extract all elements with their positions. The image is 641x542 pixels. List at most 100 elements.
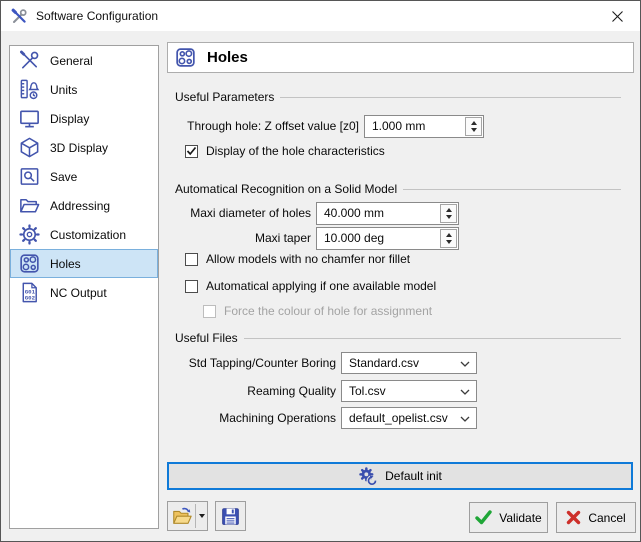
chevron-down-icon [460,416,470,422]
maxi-taper-spinbox[interactable]: 10.000 deg [316,227,459,250]
sidebar-item-label: Display [50,112,89,126]
spinner-buttons[interactable] [465,117,482,136]
spin-down-icon[interactable] [446,215,452,219]
check-icon [475,510,492,525]
checkmark-icon [186,146,197,156]
validate-button[interactable]: Validate [469,502,548,533]
checkbox-label: Display of the hole characteristics [206,144,385,158]
close-button[interactable] [595,1,640,31]
sidebar-item-label: General [50,54,93,68]
group-title: Useful Files [175,331,244,345]
checkbox-checked[interactable] [185,145,198,158]
sidebar-item-label: NC Output [50,286,107,300]
spin-down-icon[interactable] [471,128,477,132]
maxi-taper-label: Maxi taper [177,227,311,250]
save-config-button[interactable] [215,501,246,531]
group-useful-files: Useful Files [175,330,621,345]
chevron-down-icon [460,361,470,367]
group-divider [244,338,621,339]
machining-operations-label: Machining Operations [177,407,336,430]
svg-text:G02: G02 [24,295,35,302]
dropdown-arrow-icon [199,514,205,518]
units-icon [16,77,42,102]
checkbox-label: Allow models with no chamfer nor fillet [206,252,410,266]
validate-label: Validate [499,511,541,525]
auto-applying-checkbox[interactable]: Automatical applying if one available mo… [185,278,436,294]
spinbox-value: 1.000 mm [372,116,425,137]
reaming-quality-dropdown[interactable]: Tol.csv [341,380,477,402]
page-header: Holes [167,42,634,73]
holes-icon [174,46,197,69]
maxi-diameter-spinbox[interactable]: 40.000 mm [316,202,459,225]
sidebar-item-display[interactable]: Display [10,104,158,133]
sidebar-item-label: Customization [50,228,126,242]
software-configuration-dialog: Software Configuration General [0,0,641,542]
folder-icon [16,193,42,218]
open-folder-icon[interactable] [168,502,195,530]
machining-operations-dropdown[interactable]: default_opelist.csv [341,407,477,429]
group-divider [280,97,621,98]
dropdown-value: Tol.csv [349,381,476,401]
window-title: Software Configuration [36,9,158,23]
default-init-label: Default init [385,469,442,483]
group-title: Automatical Recognition on a Solid Model [175,182,403,196]
sidebar-item-units[interactable]: Units [10,75,158,104]
through-hole-spinbox[interactable]: 1.000 mm [364,115,484,138]
title-bar: Software Configuration [1,1,640,31]
spin-up-icon[interactable] [446,208,452,212]
spinbox-value: 40.000 mm [324,203,384,224]
dropdown-value: default_opelist.csv [349,408,476,428]
group-title: Useful Parameters [175,90,280,104]
group-useful-parameters: Useful Parameters [175,89,621,104]
spin-up-icon[interactable] [471,121,477,125]
sidebar-item-addressing[interactable]: Addressing [10,191,158,220]
open-file-splitbutton[interactable] [167,501,208,531]
sidebar-item-general[interactable]: General [10,46,158,75]
std-tapping-label: Std Tapping/Counter Boring [177,352,336,375]
cancel-button[interactable]: Cancel [556,502,636,533]
sidebar-item-holes[interactable]: Holes [10,249,158,278]
page-title: Holes [207,49,248,66]
monitor-icon [16,106,42,131]
close-icon [612,11,623,22]
checkbox-label: Force the colour of hole for assignment [224,304,432,318]
checkbox-label: Automatical applying if one available mo… [206,279,436,293]
sidebar-item-nc-output[interactable]: G01 G02 NC Output [10,278,158,307]
category-list: General Units [9,45,159,529]
force-colour-checkbox-disabled: Force the colour of hole for assignment [203,303,432,319]
sidebar-item-label: Holes [50,257,81,271]
sidebar-item-3d-display[interactable]: 3D Display [10,133,158,162]
sidebar-item-label: Addressing [50,199,110,213]
allow-models-checkbox[interactable]: Allow models with no chamfer nor fillet [185,251,410,267]
sidebar-item-label: 3D Display [50,141,108,155]
group-auto-recognition: Automatical Recognition on a Solid Model [175,181,621,196]
cancel-label: Cancel [588,511,625,525]
sidebar-item-label: Save [50,170,77,184]
std-tapping-dropdown[interactable]: Standard.csv [341,352,477,374]
open-file-dropdown-arrow[interactable] [196,502,207,530]
tools-icon [16,48,42,73]
checkbox-unchecked[interactable] [185,280,198,293]
display-characteristics-checkbox[interactable]: Display of the hole characteristics [185,143,385,159]
sidebar-item-customization[interactable]: Customization [10,220,158,249]
cube-icon [16,135,42,160]
holes-icon [16,251,42,276]
gear-refresh-icon [358,466,378,486]
maxi-diameter-label: Maxi diameter of holes [177,202,311,225]
tools-app-icon [11,8,28,25]
spinner-buttons[interactable] [440,204,457,223]
gear-icon [16,222,42,247]
spin-down-icon[interactable] [446,240,452,244]
sidebar-item-save[interactable]: Save [10,162,158,191]
spinner-buttons[interactable] [440,229,457,248]
gcode-document-icon: G01 G02 [16,280,42,305]
magnifier-icon [16,164,42,189]
reaming-quality-label: Reaming Quality [177,380,336,403]
default-init-button[interactable]: Default init [167,462,633,490]
group-divider [403,189,621,190]
chevron-down-icon [460,389,470,395]
sidebar-item-label: Units [50,83,77,97]
checkbox-unchecked[interactable] [185,253,198,266]
dropdown-value: Standard.csv [349,353,476,373]
spin-up-icon[interactable] [446,233,452,237]
